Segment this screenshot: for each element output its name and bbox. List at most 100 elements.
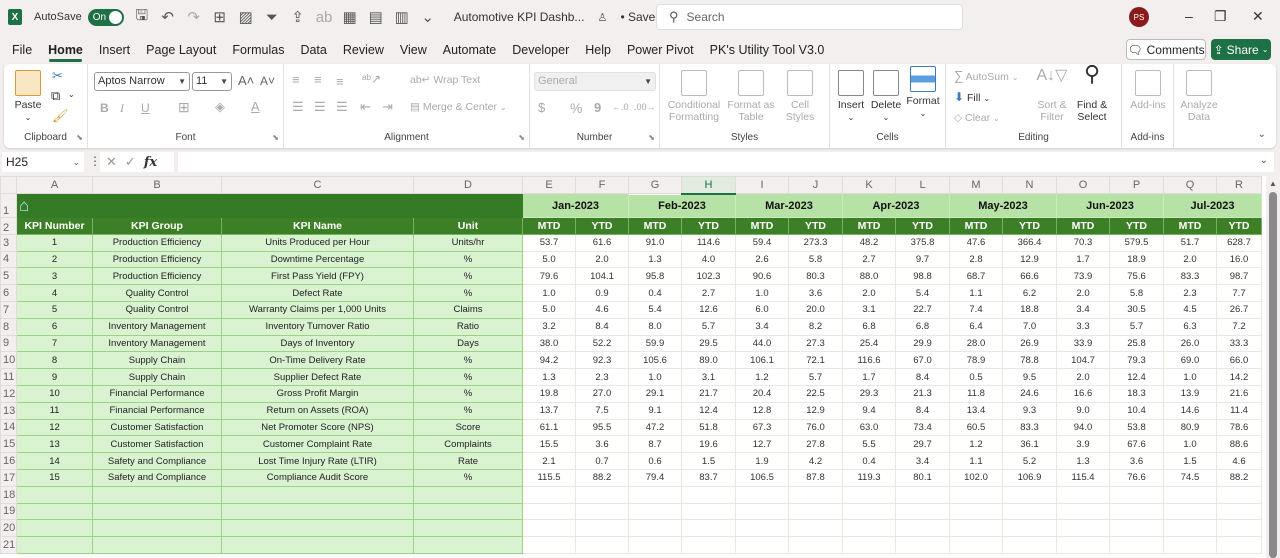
mtd-value-cell[interactable]: 70.3 [1056,233,1110,252]
column-header[interactable]: E [522,176,576,194]
header-kpi-group[interactable]: KPI Group [92,217,222,235]
tab-data[interactable]: Data [292,38,334,62]
mtd-value-cell[interactable]: 20.4 [735,384,789,403]
empty-cell[interactable] [628,485,682,504]
mtd-value-cell[interactable]: 6.4 [949,317,1003,336]
ytd-value-cell[interactable]: 7.7 [1216,284,1262,302]
kpi-number-cell[interactable]: 3 [16,267,93,286]
mtd-value-cell[interactable]: 1.0 [1163,435,1217,454]
mtd-value-cell[interactable]: 2.7 [842,250,896,269]
share-button[interactable]: ⇪ Share ⌄ [1211,39,1271,60]
insert-function-icon[interactable]: fx [144,155,157,170]
empty-cell[interactable] [1163,536,1217,554]
enter-icon[interactable]: ✓ [125,154,136,170]
mtd-value-cell[interactable]: 0.6 [628,452,682,470]
font-name-dropdown[interactable]: Aptos Narrow ▼ [94,72,190,91]
empty-cell[interactable] [413,519,523,538]
conditional-formatting-button[interactable]: Conditional Formatting [666,70,722,123]
unit-cell[interactable]: % [413,368,523,386]
mtd-value-cell[interactable]: 61.1 [522,418,576,437]
tab-review[interactable]: Review [335,38,392,62]
percent-button[interactable]: % [570,100,582,116]
alignment-launcher-icon[interactable]: ⬊ [518,133,525,142]
ytd-value-cell[interactable]: 78.8 [1002,351,1057,370]
kpi-group-cell[interactable]: Inventory Management [92,317,222,336]
align-center-icon[interactable]: ☰ [314,99,326,115]
restore-button[interactable]: ❐ [1214,8,1227,25]
ytd-value-cell[interactable]: 0.7 [575,452,629,470]
ytd-value-cell[interactable]: 7.0 [1002,317,1057,336]
ytd-value-cell[interactable]: 25.8 [1109,334,1164,353]
kpi-group-cell[interactable]: Production Efficiency [92,233,222,252]
analyze-data-button[interactable]: Analyze Data [1176,70,1222,123]
mtd-value-cell[interactable]: 2.8 [949,250,1003,269]
mtd-value-cell[interactable]: 95.8 [628,267,682,286]
ytd-value-cell[interactable]: 366.4 [1002,233,1057,252]
ytd-value-cell[interactable]: 5.8 [1109,284,1164,302]
middle-align-icon[interactable]: ≡ [314,72,322,87]
insert-cells-button[interactable]: Insert ⌄ [834,70,868,124]
mtd-value-cell[interactable]: 0.4 [628,284,682,302]
ytd-value-cell[interactable]: 14.2 [1216,368,1262,386]
row-header[interactable]: 8 [0,317,17,336]
kpi-name-cell[interactable]: First Pass Yield (FPY) [221,267,414,286]
copy-chevron-icon[interactable]: ⌄ [68,90,75,99]
ytd-value-cell[interactable]: 3.1 [681,368,736,386]
ytd-value-cell[interactable]: 76.6 [1109,468,1164,487]
ytd-value-cell[interactable]: 33.3 [1216,334,1262,353]
row-header[interactable]: 14 [0,418,17,437]
ytd-value-cell[interactable]: 4.6 [575,300,629,319]
empty-cell[interactable] [1216,536,1262,554]
customize-qat-icon[interactable]: ⌄ [420,8,436,26]
mtd-value-cell[interactable]: 5.4 [628,300,682,319]
header-ytd[interactable]: YTD [788,217,843,235]
ytd-value-cell[interactable]: 10.4 [1109,401,1164,420]
mtd-value-cell[interactable]: 116.6 [842,351,896,370]
ytd-value-cell[interactable]: 0.9 [575,284,629,302]
ytd-value-cell[interactable]: 2.3 [575,368,629,386]
empty-cell[interactable] [1002,536,1057,554]
mtd-value-cell[interactable]: 5.5 [842,435,896,454]
mtd-value-cell[interactable]: 3.1 [842,300,896,319]
ytd-value-cell[interactable]: 4.2 [788,452,843,470]
increase-indent-icon[interactable]: ⇥ [382,99,393,115]
column-header[interactable]: F [575,176,629,194]
cut-icon[interactable]: ✂ [52,68,63,84]
empty-cell[interactable] [628,519,682,538]
kpi-group-cell[interactable]: Customer Satisfaction [92,435,222,454]
mtd-value-cell[interactable]: 28.0 [949,334,1003,353]
row-header[interactable]: 1 [0,193,17,218]
column-header[interactable]: C [221,176,414,194]
ytd-value-cell[interactable]: 20.0 [788,300,843,319]
expand-formula-icon[interactable]: ⌄ [1260,155,1268,166]
ytd-value-cell[interactable]: 21.6 [1216,384,1262,403]
kpi-number-cell[interactable]: 8 [16,351,93,370]
mtd-value-cell[interactable]: 2.0 [1056,284,1110,302]
ytd-value-cell[interactable]: 88.2 [1216,468,1262,487]
unit-cell[interactable]: % [413,284,523,302]
ytd-value-cell[interactable]: 22.7 [895,300,950,319]
empty-cell[interactable] [1056,536,1110,554]
empty-cell[interactable] [735,485,789,504]
ytd-value-cell[interactable]: 5.7 [1109,317,1164,336]
kpi-name-cell[interactable]: Defect Rate [221,284,414,302]
ytd-value-cell[interactable]: 66.6 [1002,267,1057,286]
empty-cell[interactable] [1056,519,1110,538]
mtd-value-cell[interactable]: 12.8 [735,401,789,420]
mtd-value-cell[interactable]: 13.7 [522,401,576,420]
mtd-value-cell[interactable]: 78.9 [949,351,1003,370]
row-header[interactable]: 17 [0,468,17,487]
wrap-text-button[interactable]: ab↵ Wrap Text [410,74,480,86]
mtd-value-cell[interactable]: 79.6 [522,267,576,286]
document-title[interactable]: Automotive KPI Dashb... [454,10,585,24]
row-header[interactable]: 21 [0,536,17,554]
ytd-value-cell[interactable]: 8.4 [895,401,950,420]
column-header[interactable]: Q [1163,176,1217,194]
vertical-scrollbar[interactable]: ▲ [1266,176,1280,558]
empty-cell[interactable] [949,519,1003,538]
month-header[interactable]: Mar-2023 [735,193,843,218]
row-header[interactable]: 4 [0,250,17,269]
fill-color-icon[interactable]: ◈ [215,99,225,115]
month-header[interactable]: Apr-2023 [842,193,950,218]
ytd-value-cell[interactable]: 8.4 [575,317,629,336]
